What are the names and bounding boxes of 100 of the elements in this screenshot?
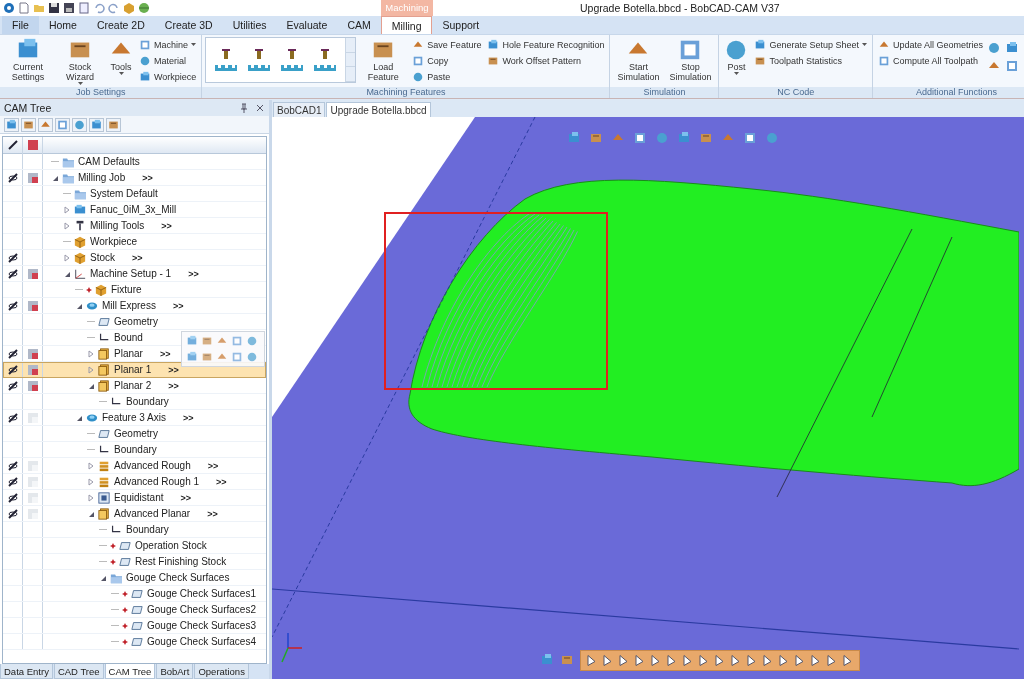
milling-tool-icon[interactable] [213,48,240,72]
document-tab[interactable]: Upgrade Botella.bbcd [326,102,431,117]
milling-tool-icon[interactable] [279,48,306,72]
machine-icon[interactable] [186,335,198,347]
ribbon-tab[interactable]: File [2,16,39,34]
visibility-toggle-icon[interactable] [6,171,19,184]
ribbon-button[interactable]: Copy [410,53,484,68]
ribbon-button[interactable]: Paste [410,69,484,84]
caret-icon[interactable] [77,82,83,85]
ribbon-tab[interactable]: Evaluate [276,16,338,34]
cube-icon[interactable] [123,2,135,14]
tree-row[interactable]: Fanuc_0iM_3x_Mill [3,202,266,218]
more-link[interactable]: >> [206,460,220,471]
more-link[interactable]: >> [187,268,200,279]
window-icon[interactable] [55,117,70,132]
expand-icon[interactable] [87,349,95,358]
tree-row[interactable]: Planar 2 >> [3,378,266,394]
tree-row[interactable]: Mill Express >> [3,298,266,314]
tree-row[interactable]: Geometry [3,426,266,442]
tree-row[interactable]: Workpiece [3,234,266,250]
ribbon-button[interactable]: Current Settings [3,37,53,82]
caret-icon[interactable] [862,43,868,46]
panel-tab[interactable]: BobArt [156,664,194,679]
ribbon-button[interactable]: Work Offset Pattern [485,53,607,68]
status-icon[interactable] [26,299,39,312]
box-icon[interactable] [106,117,121,132]
tree-row[interactable]: Boundary [3,442,266,458]
tree-row[interactable]: Geometry [3,314,266,330]
panel-tab[interactable]: CAM Tree [104,664,156,679]
ribbon-button[interactable]: Tools [107,37,135,75]
document-tab[interactable]: BobCAD1 [273,102,326,117]
visibility-toggle-icon[interactable] [6,507,19,520]
box-icon[interactable] [201,335,213,347]
panel-tab[interactable]: Operations [194,664,249,679]
app-icon[interactable] [3,2,15,14]
tree-row[interactable]: Feature 3 Axis >> [3,410,266,426]
more-link[interactable]: >> [167,380,180,391]
tree-row[interactable]: Rest Finishing Stock [3,554,266,570]
ribbon-tab[interactable]: Home [38,16,87,34]
caret-icon[interactable] [733,72,739,75]
more-link[interactable]: >> [181,412,195,423]
tree-row[interactable]: Machine Setup - 1 >> [3,266,266,282]
machine-icon[interactable] [186,351,198,363]
tree-row[interactable]: Milling Tools >> [3,218,266,234]
visibility-toggle-icon[interactable] [6,363,19,376]
expand-icon[interactable] [63,221,71,230]
more-link[interactable]: >> [179,492,192,503]
ribbon-tab[interactable]: CAM [337,16,381,34]
status-icon[interactable] [26,379,39,392]
ribbon-button[interactable]: Stock Wizard [55,37,105,85]
globe-icon[interactable] [138,2,150,14]
more-link[interactable]: >> [215,476,228,487]
machine-icon[interactable] [4,117,19,132]
new-file-icon[interactable] [18,2,30,14]
visibility-toggle-icon[interactable] [6,459,19,472]
visibility-toggle-icon[interactable] [6,251,19,264]
visibility-toggle-icon[interactable] [6,491,19,504]
ribbon-button[interactable]: Generate Setup Sheet [752,37,870,52]
tree-row[interactable]: Advanced Rough >> [3,458,266,474]
pin-icon[interactable] [239,103,249,113]
ribbon-button[interactable]: Load Feature [358,37,409,82]
more-link[interactable]: >> [141,172,154,183]
expand-icon[interactable] [63,253,71,262]
panel-tab[interactable]: Data Entry [0,664,53,679]
save-icon[interactable] [48,2,60,14]
tree-row[interactable]: Boundary [3,394,266,410]
milling-tool-icon[interactable] [312,48,339,72]
expand-icon[interactable] [87,493,95,502]
visibility-toggle-icon[interactable] [6,379,19,392]
tree-row[interactable]: Stock >> [3,250,266,266]
ribbon-button[interactable]: Save Feature [410,37,484,52]
expand-icon[interactable] [63,205,71,214]
milling-tool-icon[interactable] [246,48,273,72]
ball-icon[interactable] [987,41,1002,55]
tree-row[interactable]: CAM Defaults [3,154,266,170]
tree-row[interactable]: System Default [3,186,266,202]
ribbon-button[interactable]: Update All Geometries [876,37,986,52]
machine-icon[interactable] [89,117,104,132]
machine-icon[interactable] [1005,41,1020,55]
ribbon-button[interactable]: Post [722,37,751,75]
status-icon[interactable] [26,347,39,360]
status-icon[interactable] [26,363,39,376]
save-all-icon[interactable] [63,2,75,14]
tree-row[interactable]: Gouge Check Surfaces3 [3,618,266,634]
ribbon-button[interactable]: Compute All Toolpath [876,53,986,68]
visibility-toggle-icon[interactable] [6,347,19,360]
tree-row[interactable]: Boundary [3,522,266,538]
caret-icon[interactable] [191,43,197,46]
visibility-toggle-icon[interactable] [6,411,19,424]
tree-row[interactable]: Milling Job >> [3,170,266,186]
tree-row[interactable]: Gouge Check Surfaces [3,570,266,586]
more-link[interactable]: >> [167,364,180,375]
close-icon[interactable] [255,103,265,113]
tree-row[interactable]: Fixture [3,282,266,298]
ribbon-button[interactable]: Start Simulation [613,37,664,82]
visibility-toggle-icon[interactable] [6,267,19,280]
more-link[interactable]: >> [158,348,172,359]
ribbon-tab[interactable]: Create 2D [86,16,155,34]
ribbon-button[interactable]: Hole Feature Recognition [485,37,607,52]
ribbon-tab[interactable]: Create 3D [154,16,223,34]
